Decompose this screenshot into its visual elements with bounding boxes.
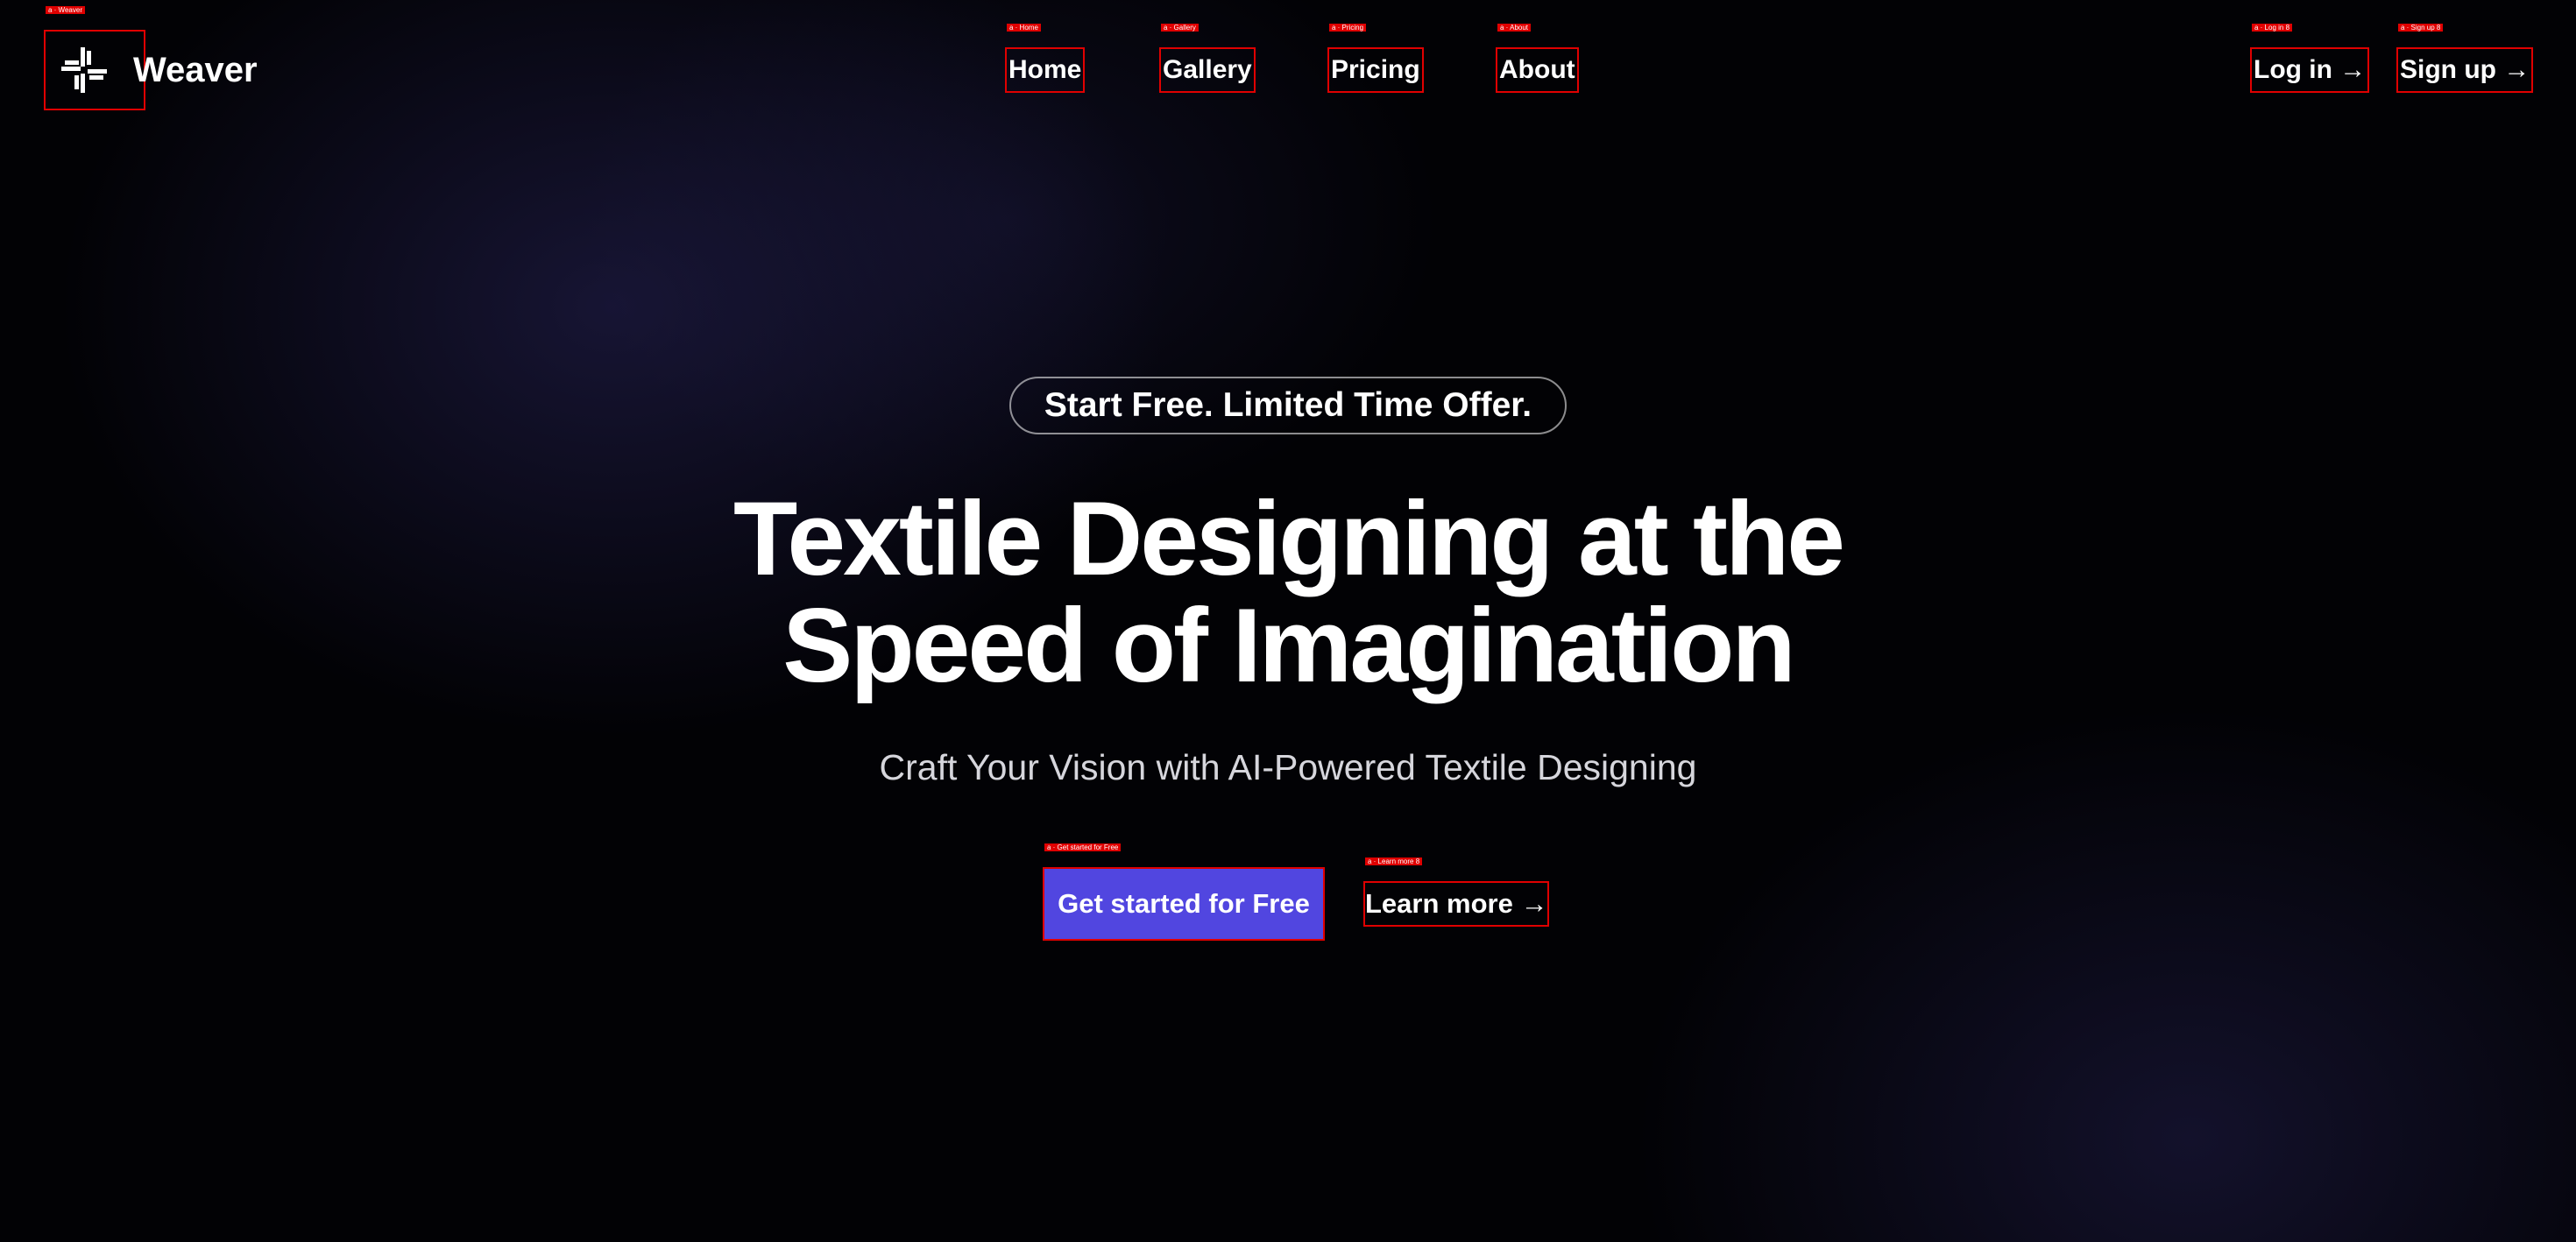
site-header: a · Weaver Weaver a · Home Home a · Gall…: [0, 0, 2576, 140]
nav-home[interactable]: Home: [1004, 47, 1086, 93]
nav-about[interactable]: About: [1496, 47, 1579, 93]
debug-label-login: a · Log in 8: [2252, 24, 2293, 32]
get-started-button[interactable]: Get started for Free: [1043, 867, 1325, 941]
debug-label-signup: a · Sign up 8: [2398, 24, 2444, 32]
debug-label-weaver: a · Weaver: [46, 6, 85, 14]
hero-headline-line-1: Textile Designing at the: [733, 480, 1845, 597]
debug-label-home: a · Home: [1007, 24, 1041, 32]
debug-label-about: a · About: [1497, 24, 1532, 32]
hero-headline: Textile Designing at the Speed of Imagin…: [0, 485, 2576, 699]
login-link[interactable]: Log in →: [2249, 47, 2370, 93]
debug-label-gallery: a · Gallery: [1161, 24, 1199, 32]
learn-more-link[interactable]: Learn more →: [1362, 881, 1550, 927]
signup-link[interactable]: Sign up →: [2396, 47, 2534, 93]
nav-gallery[interactable]: Gallery: [1159, 47, 1256, 93]
nav-pricing[interactable]: Pricing: [1327, 47, 1424, 93]
debug-label-learn-more: a · Learn more 8: [1365, 857, 1423, 865]
brand-name: Weaver: [133, 51, 258, 89]
hero-subheadline: Craft Your Vision with AI-Powered Textil…: [879, 747, 1697, 787]
landing-page: a · Weaver Weaver a · Home Home a · Gall…: [0, 0, 2576, 1242]
weave-logo-icon: [61, 47, 107, 93]
debug-label-pricing: a · Pricing: [1329, 24, 1367, 32]
debug-label-get-started: a · Get started for Free: [1044, 843, 1122, 851]
logo-link[interactable]: [44, 30, 145, 110]
offer-badge: Start Free. Limited Time Offer.: [1009, 377, 1567, 434]
hero-headline-line-2: Speed of Imagination: [782, 587, 1795, 704]
